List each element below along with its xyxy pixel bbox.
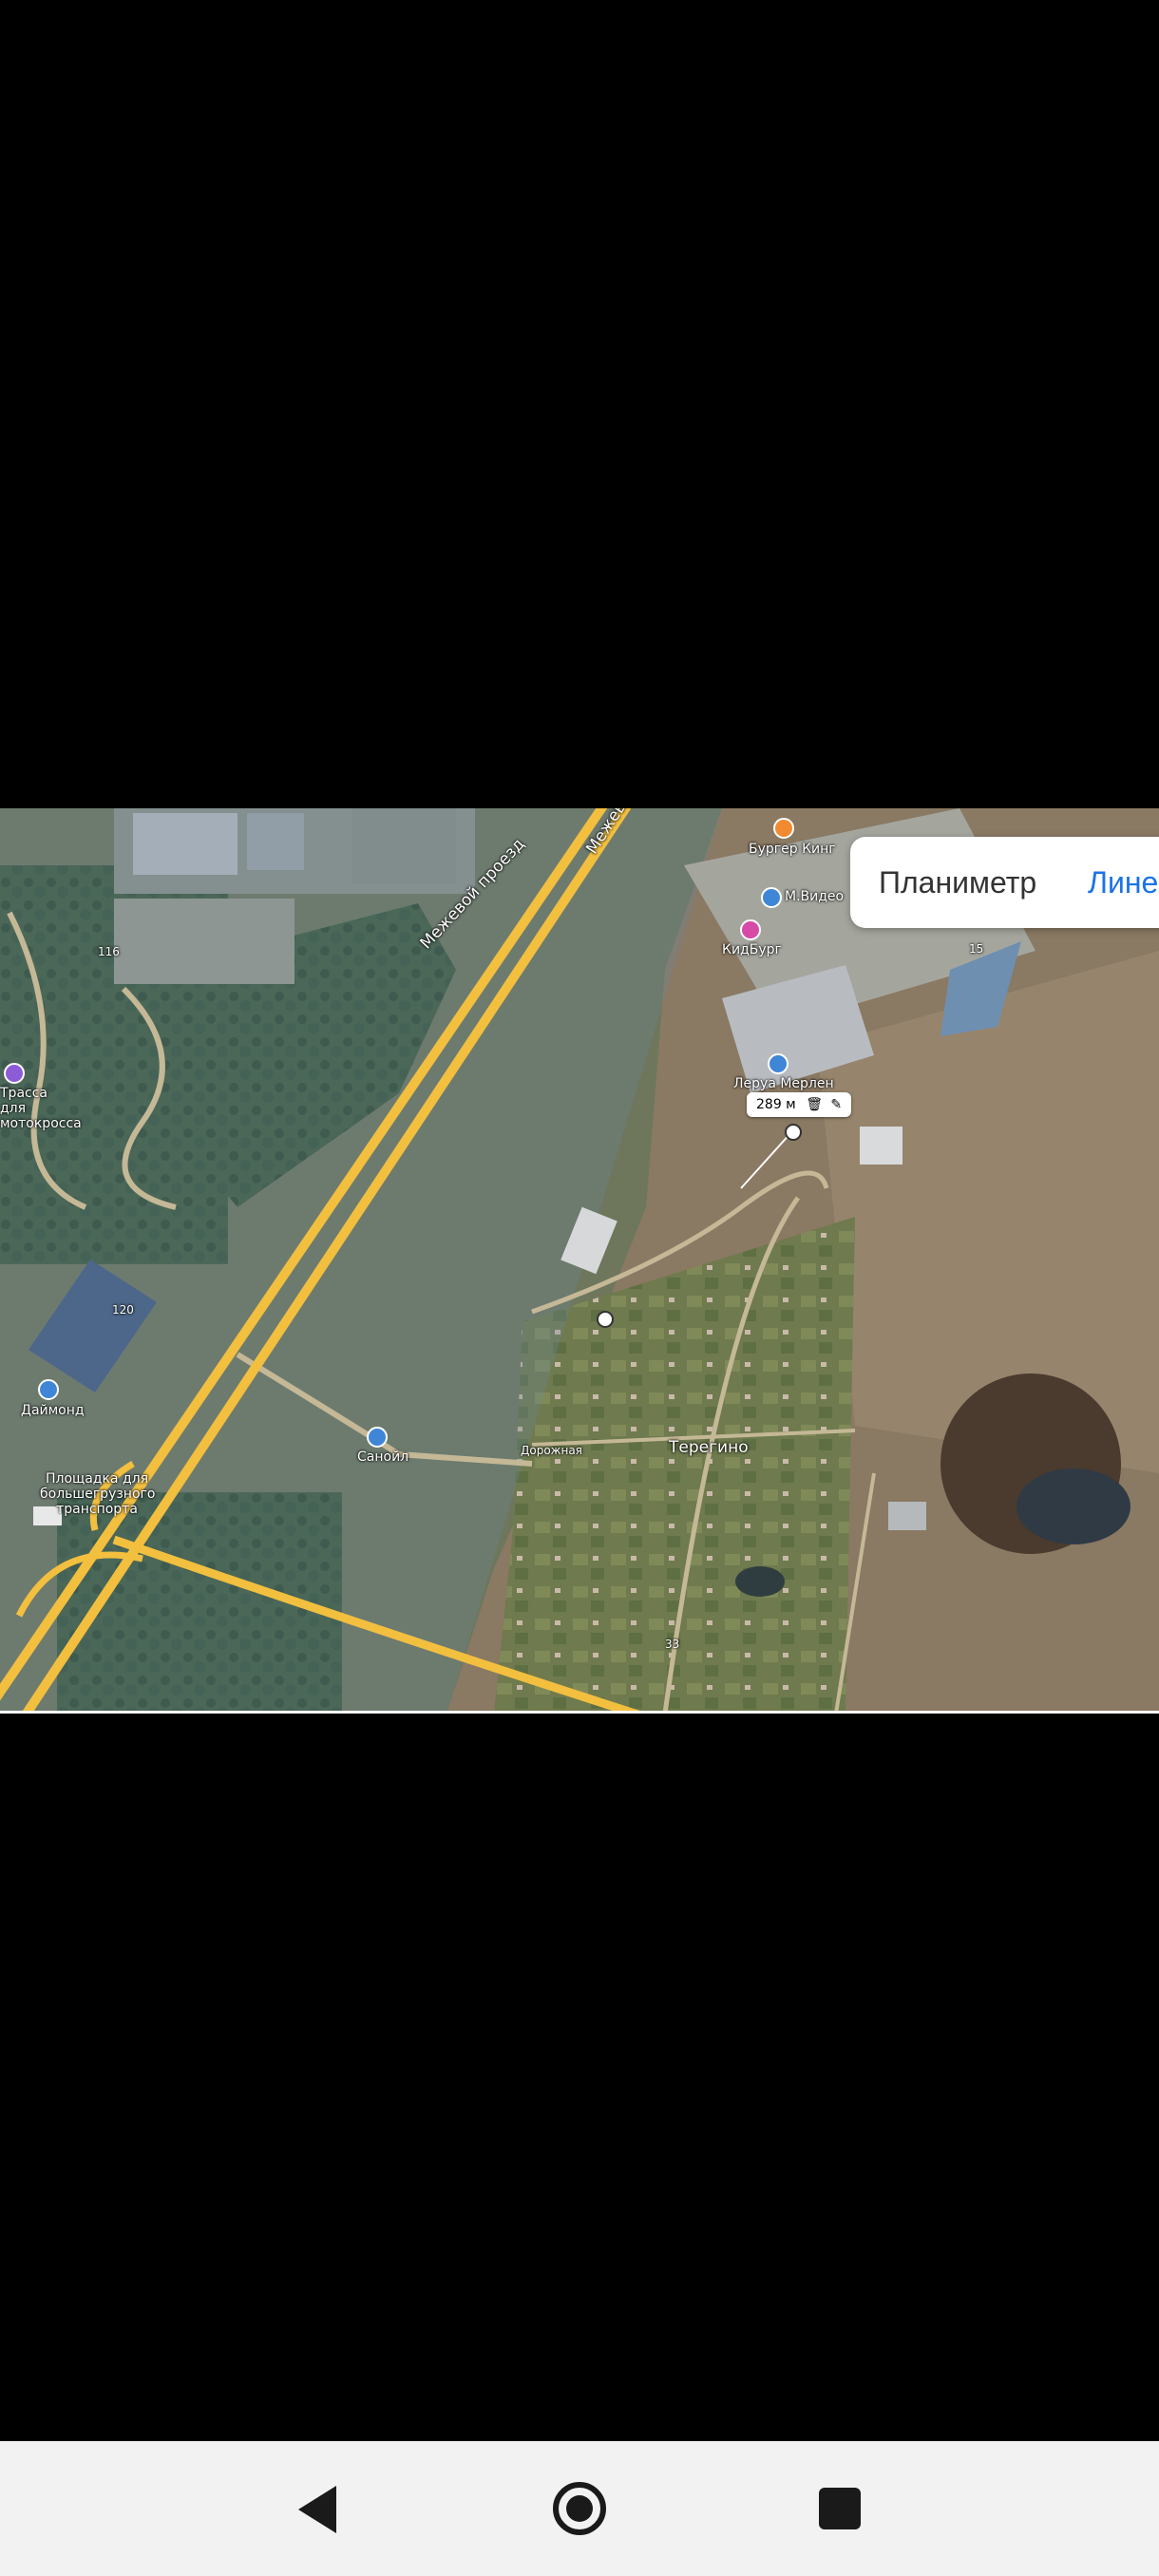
diamond-marker-icon[interactable] [38,1379,59,1400]
measure-distance-value: 289 м [756,1097,796,1112]
label-teregino: Терегино [669,1438,749,1457]
label-kidburg: КидБург [722,942,782,957]
kidburg-marker-icon[interactable] [740,919,761,940]
m-video-marker-icon[interactable] [761,887,782,908]
label-diamond: Даймонд [21,1403,85,1418]
label-num-33: 33 [665,1638,680,1651]
leroy-marker-icon[interactable] [768,1053,788,1074]
label-m-video: М.Видео [785,889,845,904]
location-target-icon[interactable] [597,1311,614,1328]
satellite-imagery [0,808,1159,1714]
label-burger-king: Бургер Кинг [749,842,836,857]
map-view[interactable]: Межевой проезд Межев Бургер Кинг М.Видео… [0,808,1159,1714]
label-sanoil: Санойл [357,1449,409,1465]
map-bottom-divider [0,1711,1159,1714]
label-dorozhnaya: Дорожная [521,1444,582,1457]
sanoil-marker-icon[interactable] [367,1427,388,1448]
system-navigation-bar [0,2441,1159,2576]
label-num-120: 120 [112,1303,134,1316]
trash-icon[interactable]: 🗑 [806,1097,823,1112]
tab-planimeter[interactable]: Планиметр [879,863,1036,901]
pencil-icon[interactable]: ✎ [830,1097,842,1112]
measure-distance-chip[interactable]: 289 м 🗑 ✎ [747,1092,852,1117]
measure-point-icon[interactable] [785,1124,802,1141]
home-icon[interactable] [551,2480,608,2537]
back-icon[interactable] [294,2484,340,2535]
label-num-15: 15 [969,942,984,956]
label-parking: Площадка для большегрузного транспорта [40,1471,156,1517]
label-cross: Трасса для мотокросса [0,1086,82,1131]
measure-mode-tabs: Планиметр Лине [850,837,1159,928]
label-num-116: 116 [98,945,120,958]
cross-track-marker-icon[interactable] [4,1063,25,1084]
label-leroy: Леруа Мерлен [733,1076,834,1091]
burger-king-marker-icon[interactable] [773,818,794,839]
tab-ruler[interactable]: Лине [1088,863,1158,901]
recents-icon[interactable] [818,2487,862,2530]
